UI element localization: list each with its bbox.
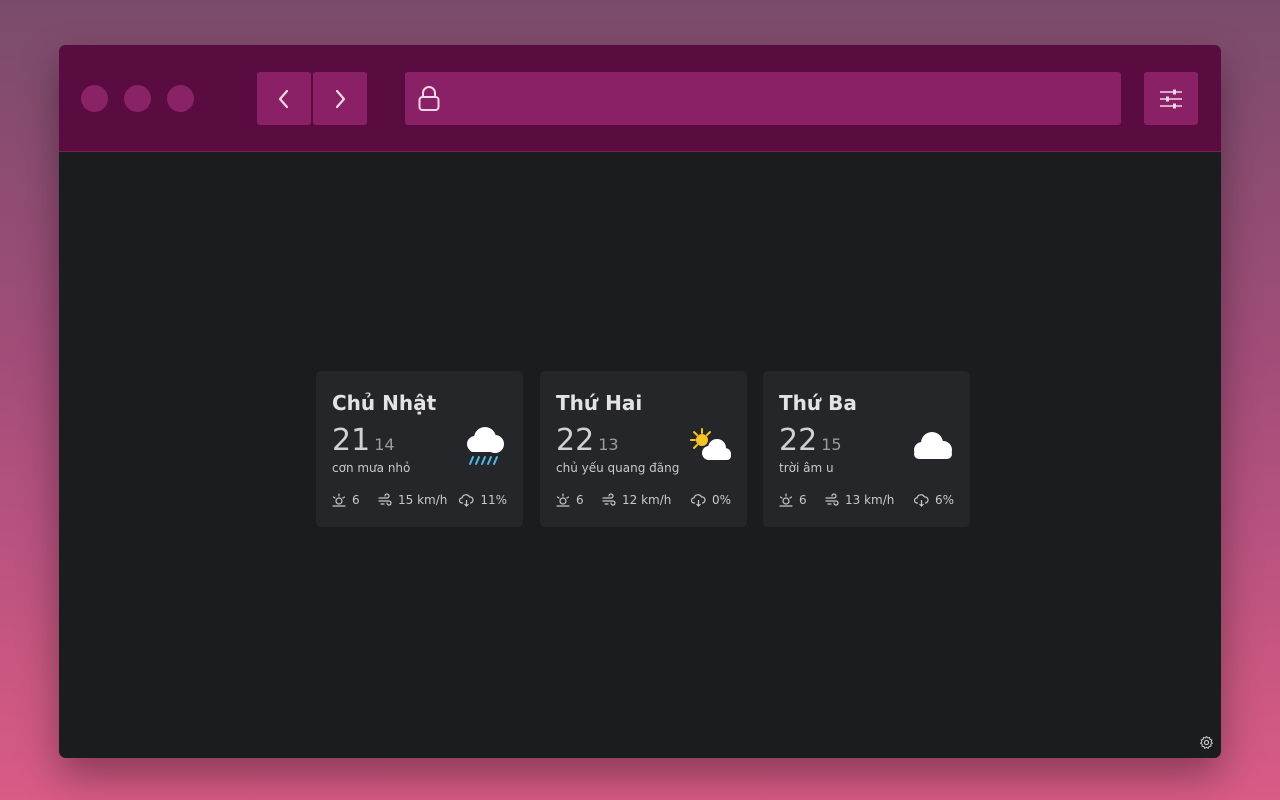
wind-value: 13 km/h (845, 493, 895, 507)
gear-icon[interactable] (1199, 735, 1214, 750)
uv-stat: 6 (556, 493, 584, 507)
rain-cloud-icon (467, 427, 504, 465)
wind-icon (378, 493, 392, 506)
wind-value: 12 km/h (622, 493, 672, 507)
uv-value: 6 (576, 493, 584, 507)
uv-value: 6 (352, 493, 360, 507)
wind-stat: 13 km/h (825, 493, 894, 507)
cloud-rain-icon (913, 494, 929, 507)
page-content: Chủ Nhật 21 14 cơn mưa nhỏ 6 15 km/h 11%… (59, 153, 1221, 758)
sliders-icon (1160, 89, 1182, 108)
temp-low: 15 (821, 435, 842, 454)
forecast-temps: 22 15 (779, 423, 842, 458)
uv-sun-icon (332, 493, 346, 507)
forecast-card: Thứ Hai 22 13 chủ yếu quang đãng 6 12 km… (540, 371, 747, 527)
cloud-rain-icon (690, 494, 706, 507)
forward-button[interactable] (313, 72, 367, 125)
browser-toolbar (59, 45, 1221, 152)
address-bar[interactable] (405, 72, 1121, 125)
forecast-condition: chủ yếu quang đãng (556, 461, 680, 475)
forecast-condition: cơn mưa nhỏ (332, 461, 411, 475)
wind-value: 15 km/h (398, 493, 448, 507)
precip-value: 6% (934, 493, 954, 507)
precip-stat: 11% (459, 493, 507, 507)
uv-stat: 6 (779, 493, 807, 507)
forecast-condition: trời âm u (779, 461, 834, 475)
precip-value: 0% (711, 493, 731, 507)
forecast-stats: 6 12 km/h 0% (556, 493, 731, 509)
forecast-day: Thứ Hai (556, 391, 643, 415)
browser-window: Chủ Nhật 21 14 cơn mưa nhỏ 6 15 km/h 11%… (59, 45, 1221, 758)
forecast-day: Chủ Nhật (332, 391, 437, 415)
temp-high: 22 (556, 423, 595, 458)
cloud-rain-icon (459, 494, 474, 507)
window-maximize-button[interactable] (167, 85, 194, 112)
precip-stat: 0% (690, 493, 731, 507)
wind-icon (825, 493, 839, 506)
wind-icon (602, 493, 616, 506)
forecast-day: Thứ Ba (779, 391, 857, 415)
uv-stat: 6 (332, 493, 360, 507)
forecast-stats: 6 13 km/h 6% (779, 493, 954, 509)
back-button[interactable] (257, 72, 311, 125)
chevron-left-icon (278, 89, 289, 108)
forecast-temps: 21 14 (332, 423, 395, 458)
temp-low: 14 (374, 435, 395, 454)
temp-low: 13 (598, 435, 619, 454)
wind-stat: 12 km/h (602, 493, 671, 507)
browser-settings-button[interactable] (1144, 72, 1198, 125)
uv-sun-icon (779, 493, 793, 507)
cloud-icon (914, 432, 952, 459)
chevron-right-icon (335, 89, 346, 108)
wind-stat: 15 km/h (378, 493, 447, 507)
temp-high: 22 (779, 423, 818, 458)
forecast-card: Chủ Nhật 21 14 cơn mưa nhỏ 6 15 km/h 11% (316, 371, 523, 527)
precip-stat: 6% (913, 493, 954, 507)
sun-behind-cloud-icon (690, 428, 731, 460)
uv-sun-icon (556, 493, 570, 507)
window-minimize-button[interactable] (124, 85, 151, 112)
lock-icon (418, 86, 440, 111)
forecast-card: Thứ Ba 22 15 trời âm u 6 13 km/h 6% (763, 371, 970, 527)
forecast-stats: 6 15 km/h 11% (332, 493, 507, 509)
forecast-temps: 22 13 (556, 423, 619, 458)
window-close-button[interactable] (81, 85, 108, 112)
uv-value: 6 (799, 493, 807, 507)
precip-value: 11% (480, 493, 507, 507)
temp-high: 21 (332, 423, 371, 458)
